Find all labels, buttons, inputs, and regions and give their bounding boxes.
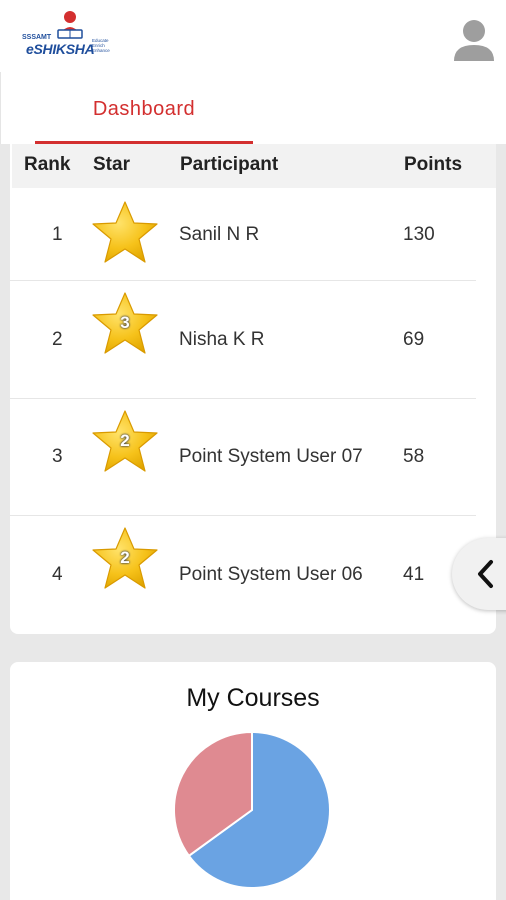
row-rank: 4: [52, 564, 63, 585]
my-courses-title: My Courses: [186, 684, 320, 712]
tab-dashboard-label: Dashboard: [92, 98, 196, 120]
row-points: 130: [403, 224, 435, 245]
table-row[interactable]: 4 2 Point System User 06 41: [10, 516, 476, 634]
table-row[interactable]: 1 Sanil N R 130: [10, 188, 476, 281]
row-rank: 2: [52, 329, 63, 350]
courses-pie-chart[interactable]: [172, 730, 332, 890]
logo-small-text: SSSAMT: [22, 34, 52, 41]
row-participant: Sanil N R: [179, 224, 260, 245]
user-avatar-icon[interactable]: [452, 17, 496, 63]
app-logo[interactable]: SSSAMT eSHIKSHA Educate Enrich Enhance: [22, 10, 122, 62]
top-bar: SSSAMT eSHIKSHA Educate Enrich Enhance: [0, 0, 506, 72]
star-icon: 2: [92, 409, 158, 475]
row-participant: Nisha K R: [179, 329, 265, 350]
table-row[interactable]: 3 2 Point System User 07 58: [10, 399, 476, 516]
logo-mascot-icon: [57, 11, 83, 39]
column-header-star: Star: [93, 154, 130, 175]
star-badge-count: 3: [120, 313, 130, 332]
column-header-participant: Participant: [180, 154, 279, 175]
star-icon: 3: [92, 291, 158, 357]
star-icon: 2: [92, 526, 158, 592]
column-header-rank: Rank: [24, 154, 71, 175]
table-row[interactable]: 2 3 Nisha K R 69: [10, 281, 476, 399]
column-header-points: Points: [404, 154, 463, 175]
tab-dashboard[interactable]: Dashboard: [35, 72, 253, 144]
row-points: 41: [403, 564, 425, 585]
logo-tagline: Educate Enrich Enhance: [92, 38, 110, 53]
logo-main-text: eSHIKSHA: [26, 41, 95, 57]
my-courses-card: My Courses: [10, 662, 496, 900]
row-points: 69: [403, 329, 425, 350]
row-participant: Point System User 06: [179, 564, 363, 585]
row-points: 58: [403, 446, 425, 467]
star-icon: [92, 200, 158, 266]
tab-bar: Dashboard: [0, 72, 506, 144]
leaderboard-card: Rank Star Participant Points 1 Sanil N R…: [10, 144, 496, 634]
leaderboard-header: Rank Star Participant Points: [12, 144, 496, 188]
star-badge-count: 2: [120, 431, 130, 450]
star-badge-count: 2: [120, 548, 130, 567]
row-participant: Point System User 07: [179, 446, 363, 467]
row-rank: 1: [52, 224, 63, 245]
row-rank: 3: [52, 446, 63, 467]
chevron-left-icon: [478, 560, 493, 588]
